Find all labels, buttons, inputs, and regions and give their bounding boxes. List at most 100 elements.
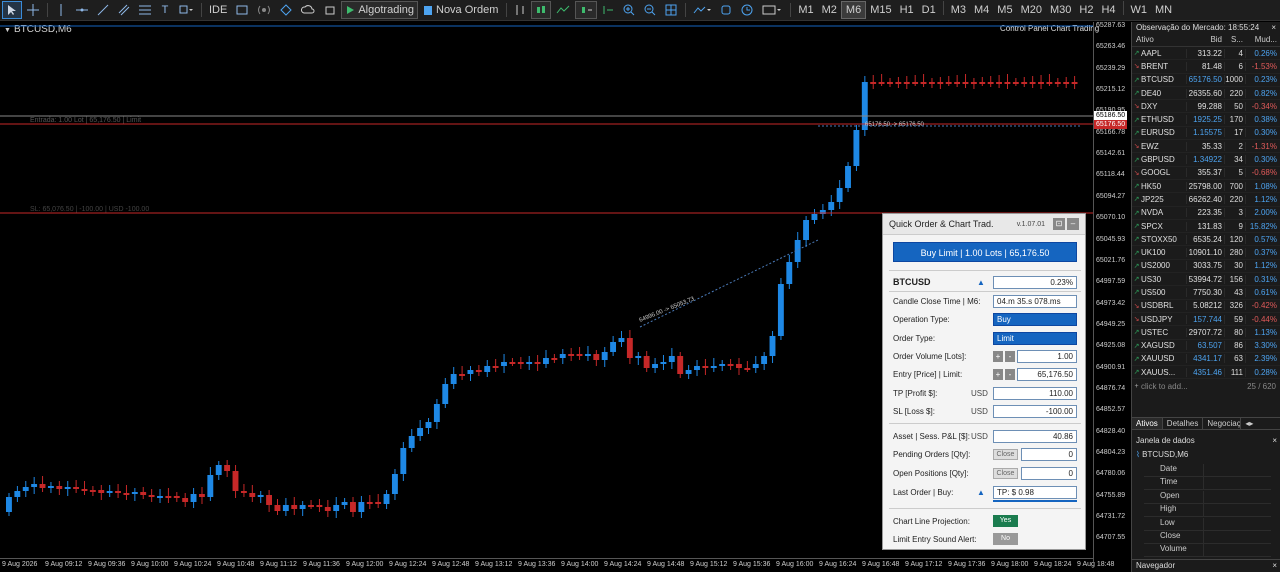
bullish-candle[interactable] bbox=[559, 354, 566, 358]
bullish-candle[interactable] bbox=[668, 356, 675, 362]
screenshot-menu-icon[interactable] bbox=[758, 1, 786, 19]
projection-toggle[interactable]: Yes bbox=[993, 515, 1018, 527]
col-spread[interactable]: S... bbox=[1224, 35, 1245, 44]
bullish-candle[interactable] bbox=[106, 491, 113, 493]
market-watch-row[interactable]: ↘ BRENT 81.48 6 -1.53% bbox=[1132, 60, 1280, 74]
bullish-candle[interactable] bbox=[786, 262, 793, 284]
bearish-candle[interactable] bbox=[274, 505, 281, 511]
bullish-candle[interactable] bbox=[425, 422, 432, 428]
market-watch-row[interactable]: ↗ NVDA 223.35 3 2.00% bbox=[1132, 207, 1280, 220]
bearish-candle[interactable] bbox=[920, 82, 927, 84]
templates-icon[interactable] bbox=[716, 1, 736, 19]
bullish-candle[interactable] bbox=[618, 338, 625, 342]
bearish-candle[interactable] bbox=[534, 362, 541, 364]
market-watch-row[interactable]: ↗ GBPUSD 1.34922 34 0.30% bbox=[1132, 153, 1280, 167]
add-symbol-row[interactable]: + click to add... 25 / 620 bbox=[1132, 379, 1280, 392]
bullish-candle[interactable] bbox=[190, 494, 197, 502]
tab-ativos[interactable]: Ativos bbox=[1132, 418, 1163, 429]
bearish-candle[interactable] bbox=[744, 368, 751, 370]
bearish-candle[interactable] bbox=[895, 82, 902, 84]
timeframe-m3[interactable]: M3 bbox=[947, 1, 970, 19]
tabs-scroll-icon[interactable]: ◂▸ bbox=[1241, 418, 1257, 429]
volume-minus-button[interactable]: - bbox=[1005, 350, 1015, 362]
bearish-candle[interactable] bbox=[173, 496, 180, 498]
bullish-candle[interactable] bbox=[853, 130, 860, 166]
bearish-candle[interactable] bbox=[702, 366, 709, 368]
bearish-candle[interactable] bbox=[123, 493, 130, 495]
tp-field[interactable]: 110.00 bbox=[993, 386, 1077, 400]
timeframe-w1[interactable]: W1 bbox=[1127, 1, 1152, 19]
sl-field[interactable]: -100.00 bbox=[993, 404, 1077, 418]
zoom-out-icon[interactable] bbox=[640, 1, 660, 19]
market-watch-row[interactable]: ↗ UK100 10901.10 280 0.37% bbox=[1132, 246, 1280, 260]
col-symbol[interactable]: Ativo bbox=[1132, 35, 1186, 44]
bearish-candle[interactable] bbox=[937, 82, 944, 84]
bullish-candle[interactable] bbox=[635, 356, 642, 358]
bullish-candle[interactable] bbox=[391, 474, 398, 494]
bullish-candle[interactable] bbox=[526, 362, 533, 364]
bullish-candle[interactable] bbox=[433, 404, 440, 422]
bullish-candle[interactable] bbox=[6, 497, 12, 512]
market-watch-row[interactable]: ↗ ETHUSD 1925.25 170 0.38% bbox=[1132, 113, 1280, 127]
bearish-candle[interactable] bbox=[970, 82, 977, 84]
bullish-candle[interactable] bbox=[450, 374, 457, 384]
time-axis[interactable]: 9 Aug 2026 9 Aug 09:12 9 Aug 09:36 9 Aug 10… bbox=[0, 558, 1114, 572]
entry-price-field[interactable]: 65,176.50 bbox=[1017, 367, 1077, 381]
market-watch-row[interactable]: ↘ USDJPY 157.744 59 -0.44% bbox=[1132, 313, 1280, 327]
bearish-candle[interactable] bbox=[878, 82, 885, 84]
market-watch-row[interactable]: ↗ US500 7750.30 43 0.61% bbox=[1132, 286, 1280, 300]
bearish-candle[interactable] bbox=[308, 505, 314, 507]
bullish-candle[interactable] bbox=[543, 358, 549, 364]
close-pending-button[interactable]: Close bbox=[993, 448, 1018, 460]
bullish-candle[interactable] bbox=[467, 370, 474, 374]
close-icon[interactable]: × bbox=[1272, 561, 1277, 570]
timeframe-m15[interactable]: M15 bbox=[866, 1, 895, 19]
bearish-candle[interactable] bbox=[954, 82, 961, 84]
auto-scroll-icon[interactable] bbox=[575, 1, 598, 19]
bearish-candle[interactable] bbox=[1071, 82, 1078, 84]
bullish-candle[interactable] bbox=[710, 366, 717, 368]
bullish-candle[interactable] bbox=[761, 356, 768, 364]
market-watch-row[interactable]: ↗ DE40 26355.60 220 0.82% bbox=[1132, 87, 1280, 101]
bullish-candle[interactable] bbox=[752, 364, 759, 368]
bearish-candle[interactable] bbox=[165, 496, 172, 498]
bullish-candle[interactable] bbox=[383, 494, 390, 504]
bearish-candle[interactable] bbox=[1029, 82, 1036, 84]
zoom-in-icon[interactable] bbox=[619, 1, 639, 19]
bearish-candle[interactable] bbox=[366, 502, 373, 504]
bullish-candle[interactable] bbox=[811, 214, 818, 220]
bullish-candle[interactable] bbox=[769, 336, 776, 356]
bullish-candle[interactable] bbox=[803, 220, 809, 240]
bearish-candle[interactable] bbox=[903, 82, 910, 84]
market-watch-row[interactable]: ↗ JP225 66262.40 220 1.12% bbox=[1132, 193, 1280, 207]
bullish-candle[interactable] bbox=[719, 364, 726, 366]
bullish-candle[interactable] bbox=[157, 496, 163, 498]
bullish-candle[interactable] bbox=[282, 505, 289, 511]
bearish-candle[interactable] bbox=[962, 82, 969, 84]
bearish-candle[interactable] bbox=[1021, 82, 1028, 84]
bearish-candle[interactable] bbox=[870, 82, 877, 84]
bearish-candle[interactable] bbox=[1063, 82, 1070, 84]
bearish-candle[interactable] bbox=[224, 465, 231, 471]
bearish-candle[interactable] bbox=[735, 364, 742, 368]
timeframe-m6[interactable]: M6 bbox=[840, 1, 867, 19]
vertical-line-icon[interactable] bbox=[51, 1, 71, 19]
bullish-candle[interactable] bbox=[22, 487, 29, 491]
entry-minus-button[interactable]: - bbox=[1005, 368, 1015, 380]
bearish-candle[interactable] bbox=[517, 362, 524, 364]
bearish-candle[interactable] bbox=[475, 370, 482, 372]
bearish-candle[interactable] bbox=[375, 502, 382, 504]
market-watch-row[interactable]: ↗ US2000 3033.75 30 1.12% bbox=[1132, 260, 1280, 274]
market-icon[interactable] bbox=[320, 1, 340, 19]
bullish-candle[interactable] bbox=[64, 487, 71, 489]
market-watch-row[interactable]: ↗ BTCUSD 65176.50 1000 0.23% bbox=[1132, 74, 1280, 87]
bearish-candle[interactable] bbox=[492, 366, 499, 368]
market-watch-row[interactable]: ↘ USDBRL 5.08212 326 -0.42% bbox=[1132, 300, 1280, 313]
shapes-menu-icon[interactable] bbox=[175, 1, 197, 19]
operation-type-select[interactable]: Buy bbox=[993, 312, 1077, 326]
bearish-candle[interactable] bbox=[198, 494, 205, 497]
bullish-candle[interactable] bbox=[828, 202, 835, 210]
bar-chart-icon[interactable] bbox=[510, 1, 530, 19]
bullish-candle[interactable] bbox=[694, 366, 700, 370]
line-chart-icon[interactable] bbox=[552, 1, 574, 19]
